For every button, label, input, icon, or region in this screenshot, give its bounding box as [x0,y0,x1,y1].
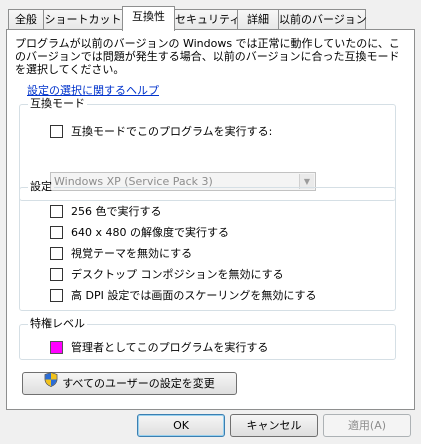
setting-disable-dpi-scaling[interactable]: 高 DPI 設定では画面のスケーリングを無効にする [50,288,316,302]
setting-disable-dpi-scaling-label: 高 DPI 設定では画面のスケーリングを無効にする [71,289,317,302]
run-as-admin-label: 管理者としてこのプログラムを実行する [71,341,269,354]
setting-256-colors-checkbox[interactable] [50,204,63,218]
tab-security[interactable]: セキュリティ [174,9,240,30]
tab-general[interactable]: 全般 [8,9,44,30]
setting-640x480-label: 640 x 480 の解像度で実行する [71,226,229,239]
tab-details[interactable]: 詳細 [237,9,279,30]
setting-disable-themes[interactable]: 視覚テーマを無効にする [50,246,192,260]
change-all-users-button[interactable]: すべてのユーザーの設定を変更 [22,372,237,395]
help-link[interactable]: 設定の選択に関するヘルプ [27,82,159,98]
setting-disable-themes-checkbox[interactable] [50,246,63,260]
run-as-admin-row[interactable]: 管理者としてこのプログラムを実行する [50,340,268,354]
run-as-admin-checkbox[interactable] [50,340,63,354]
setting-disable-composition-checkbox[interactable] [50,267,63,281]
apply-button[interactable]: 適用(A) [323,414,411,437]
setting-disable-composition-label: デスクトップ コンポジションを無効にする [71,268,284,281]
description-text: プログラムが以前のバージョンの Windows では正常に動作していたのに、この… [15,37,400,76]
setting-640x480-checkbox[interactable] [50,225,63,239]
compat-mode-label: 互換モードでこのプログラムを実行する: [71,125,273,138]
tab-compatibility[interactable]: 互換性 [122,6,175,31]
ok-button[interactable]: OK [137,414,225,437]
setting-640x480[interactable]: 640 x 480 の解像度で実行する [50,225,229,239]
tab-strip: 全般 ショートカット 互換性 セキュリティ 詳細 以前のバージョン [6,6,416,31]
tab-previous-versions[interactable]: 以前のバージョン [278,9,367,30]
compatibility-panel: プログラムが以前のバージョンの Windows では正常に動作していたのに、この… [6,29,415,410]
privilege-legend: 特権レベル [30,317,85,330]
uac-shield-icon [44,372,58,394]
cancel-button[interactable]: キャンセル [230,414,318,437]
settings-legend: 設定 [30,180,52,193]
setting-256-colors-label: 256 色で実行する [71,205,162,218]
compat-mode-legend: 互換モード [30,97,85,110]
tab-shortcut[interactable]: ショートカット [43,9,123,30]
compat-mode-checkbox[interactable] [50,124,63,138]
change-all-users-label: すべてのユーザーの設定を変更 [62,377,215,390]
setting-disable-themes-label: 視覚テーマを無効にする [71,247,193,260]
compat-mode-row[interactable]: 互換モードでこのプログラムを実行する: [50,124,272,138]
setting-disable-dpi-scaling-checkbox[interactable] [50,288,63,302]
setting-disable-composition[interactable]: デスクトップ コンポジションを無効にする [50,267,284,281]
setting-256-colors[interactable]: 256 色で実行する [50,204,162,218]
